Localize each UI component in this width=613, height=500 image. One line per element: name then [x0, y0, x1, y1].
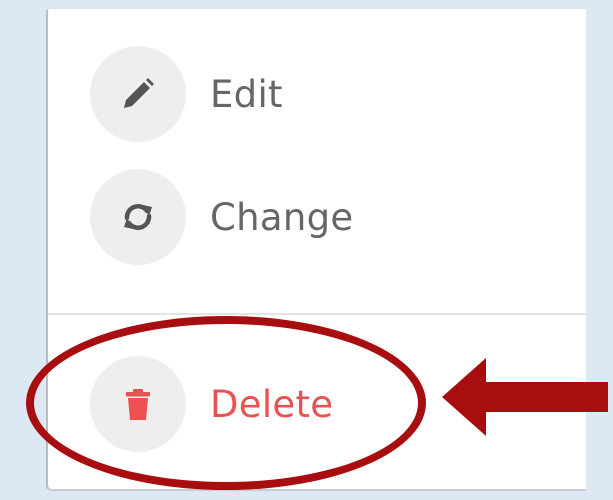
pencil-icon — [90, 46, 186, 142]
pointer-arrow-annotation — [442, 358, 608, 436]
highlight-ellipse-annotation — [26, 316, 426, 490]
menu-item-edit-label: Edit — [210, 73, 283, 117]
menu-item-change-label: Change — [210, 196, 354, 240]
menu-item-edit[interactable]: Edit — [48, 44, 586, 152]
menu-item-change[interactable]: Change — [48, 167, 586, 275]
menu-divider — [48, 313, 586, 315]
refresh-icon — [90, 169, 186, 265]
